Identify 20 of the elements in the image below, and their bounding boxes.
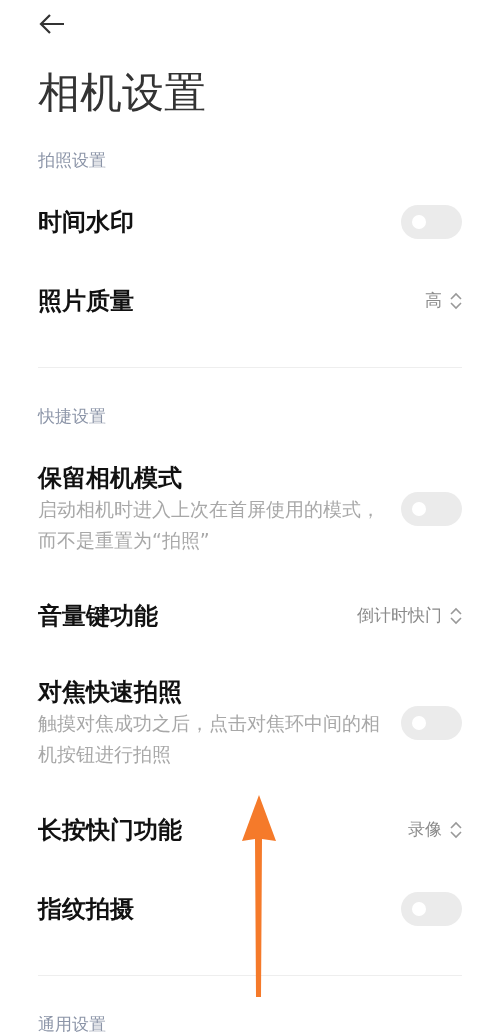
- setting-description: 触摸对焦成功之后，点击对焦环中间的相机按钮进行拍照: [38, 710, 381, 767]
- page-title: 相机设置: [38, 67, 207, 119]
- setting-label: 时间水印: [38, 206, 135, 238]
- select-value[interactable]: 高: [425, 289, 442, 312]
- up-down-chevron-icon: [450, 290, 462, 311]
- setting-description: 启动相机时进入上次在首屏使用的模式，而不是重置为“拍照”: [38, 496, 381, 553]
- setting-label: 指纹拍摄: [38, 893, 135, 925]
- select-value[interactable]: 录像: [408, 818, 442, 841]
- select-value[interactable]: 倒计时快门: [357, 604, 442, 627]
- setting-label: 长按快门功能: [38, 814, 183, 846]
- setting-label: 对焦快速拍照: [38, 676, 183, 708]
- section-header: 拍照设置: [38, 150, 107, 170]
- section-header: 快捷设置: [38, 406, 107, 426]
- back-arrow-icon[interactable]: [38, 12, 66, 36]
- setting-label: 音量键功能: [38, 600, 159, 632]
- setting-label: 保留相机模式: [38, 462, 183, 494]
- up-down-chevron-icon: [450, 819, 462, 840]
- section-header: 通用设置: [38, 1014, 107, 1034]
- setting-label: 照片质量: [38, 285, 135, 317]
- up-down-chevron-icon: [450, 605, 462, 626]
